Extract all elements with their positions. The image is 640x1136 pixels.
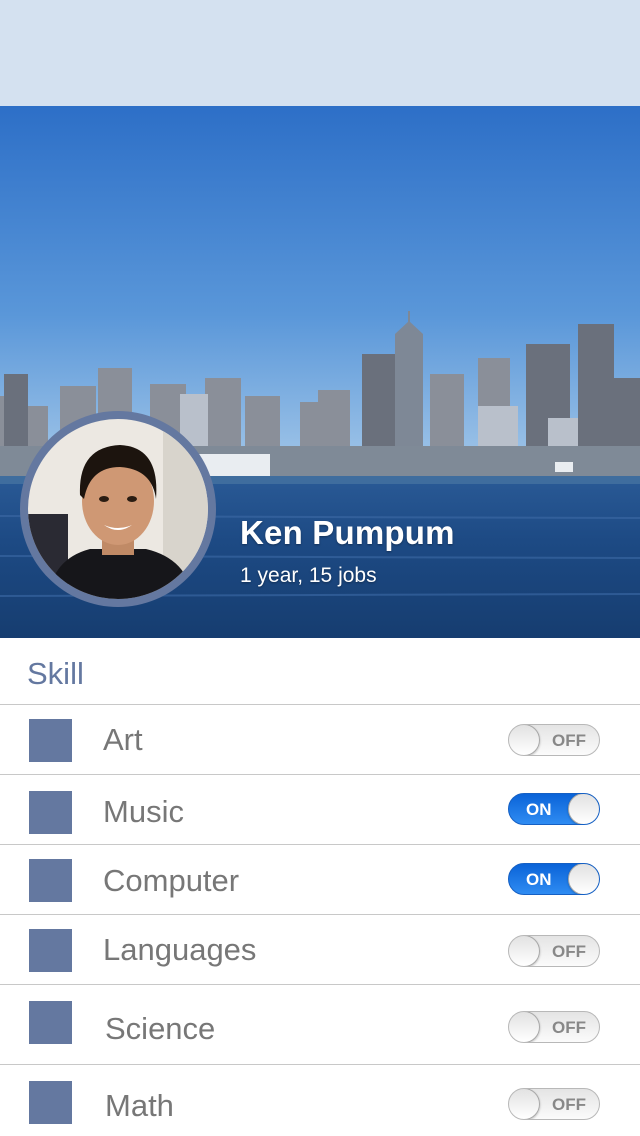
skill-row-science[interactable]: Science OFF: [0, 985, 640, 1065]
languages-toggle-switch[interactable]: OFF: [508, 935, 600, 967]
skill-row-languages[interactable]: Languages OFF: [0, 915, 640, 985]
computer-toggle-switch[interactable]: ON: [508, 863, 600, 895]
toggle-knob: [509, 725, 540, 755]
profile-subtitle: 1 year, 15 jobs: [240, 564, 377, 587]
toggle-state-label: ON: [526, 800, 552, 819]
toggle-state-label: OFF: [552, 731, 586, 750]
skill-color-swatch: [29, 719, 72, 762]
toggle-state-label: OFF: [552, 1018, 586, 1037]
skill-label: Languages: [103, 932, 257, 967]
toggle-knob: [509, 1089, 540, 1119]
skill-label: Computer: [103, 863, 240, 898]
skill-color-swatch: [29, 791, 72, 834]
science-toggle-switch[interactable]: OFF: [508, 1011, 600, 1043]
toggle-knob: [509, 1012, 540, 1042]
skill-row-math[interactable]: Math OFF: [0, 1065, 640, 1136]
skill-color-swatch: [29, 1001, 72, 1044]
skill-label: Math: [105, 1088, 174, 1123]
toggle-state-label: OFF: [552, 1095, 586, 1114]
profile-photo: [28, 419, 208, 599]
skill-label: Science: [105, 1011, 216, 1046]
toggle-state-label: ON: [526, 870, 552, 889]
top-bar: [0, 0, 640, 106]
toggle-knob: [568, 794, 599, 824]
skill-row-art[interactable]: Art OFF: [0, 705, 640, 775]
toggle-state-label: OFF: [552, 942, 586, 961]
skill-label: Music: [103, 794, 184, 829]
art-toggle-switch[interactable]: OFF: [508, 724, 600, 756]
skills-section-header: Skill: [0, 638, 640, 705]
skill-color-swatch: [29, 1081, 72, 1124]
skills-header-label: Skill: [27, 656, 84, 691]
music-toggle-switch[interactable]: ON: [508, 793, 600, 825]
profile-avatar[interactable]: [20, 411, 216, 607]
profile-name: Ken Pumpum: [240, 514, 455, 551]
skill-row-music[interactable]: Music ON: [0, 775, 640, 845]
toggle-knob: [509, 936, 540, 966]
skill-row-computer[interactable]: Computer ON: [0, 845, 640, 915]
math-toggle-switch[interactable]: OFF: [508, 1088, 600, 1120]
skill-label: Art: [103, 722, 143, 757]
toggle-knob: [568, 864, 599, 894]
skill-color-swatch: [29, 929, 72, 972]
profile-cover: Ken Pumpum 1 year, 15 jobs: [0, 106, 640, 638]
skill-color-swatch: [29, 859, 72, 902]
